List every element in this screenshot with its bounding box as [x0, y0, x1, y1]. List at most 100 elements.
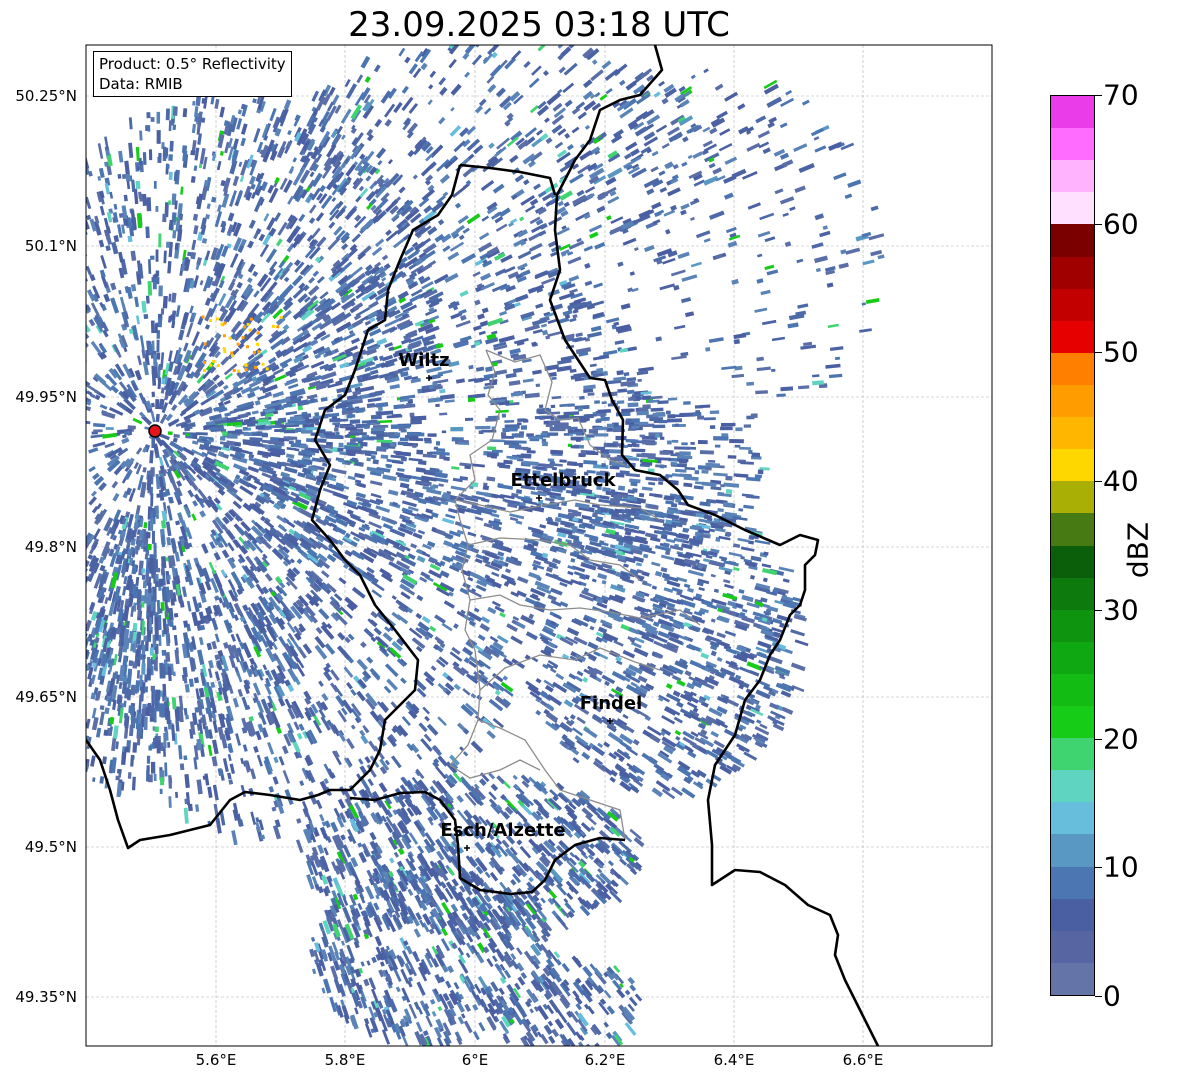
echo-cell	[540, 897, 546, 904]
echo-cell	[319, 432, 325, 437]
echo-cell	[707, 459, 716, 463]
echo-cell	[481, 497, 490, 503]
echo-cell	[379, 961, 385, 967]
echo-cell	[191, 513, 197, 521]
echo-cell	[528, 571, 541, 580]
echo-cell	[616, 370, 624, 376]
echo-cell	[735, 427, 743, 432]
echo-cell	[740, 461, 754, 465]
echo-cell	[597, 572, 608, 580]
echo-cell	[642, 441, 657, 445]
echo-cell	[516, 576, 529, 584]
echo-cell	[32, 282, 40, 290]
echo-cell	[743, 751, 758, 761]
echo-cell	[486, 730, 496, 740]
echo-cell	[514, 293, 529, 303]
echo-cell	[579, 418, 587, 423]
echo-cell	[475, 425, 491, 430]
echo-cell	[491, 493, 505, 500]
echo-cell	[631, 425, 640, 429]
echo-cell	[761, 563, 772, 568]
echo-cell	[649, 395, 663, 400]
echo-cell	[318, 608, 330, 620]
echo-cell	[570, 558, 576, 563]
echo-cell	[755, 689, 771, 700]
echo-cell	[447, 867, 455, 877]
echo-cell	[457, 441, 470, 446]
echo-cell	[605, 528, 616, 535]
echo-cell	[230, 633, 236, 642]
echo-cell	[258, 233, 266, 242]
echo-cell	[359, 729, 366, 737]
echo-cell	[36, 356, 52, 368]
echo-cell	[532, 369, 542, 375]
echo-cell	[532, 328, 543, 335]
echo-cell	[416, 753, 423, 760]
echo-cell	[456, 794, 464, 803]
echo-cell	[247, 277, 253, 284]
echo-cell	[395, 986, 401, 993]
echo-cell	[216, 204, 222, 213]
echo-cell	[474, 516, 484, 521]
echo-cell	[575, 437, 581, 442]
echo-cell	[212, 784, 219, 801]
echo-cell	[338, 577, 347, 585]
echo-cell	[320, 397, 328, 402]
echo-cell	[153, 773, 157, 782]
echo-cell	[370, 610, 379, 619]
echo-cell	[371, 246, 383, 256]
echo-cell	[349, 419, 361, 425]
echo-cell	[535, 383, 541, 388]
echo-cell	[475, 366, 485, 372]
echo-cell	[754, 474, 762, 479]
echo-cell	[143, 313, 149, 320]
echo-cell	[298, 723, 305, 732]
echo-cell	[397, 467, 405, 472]
echo-cell	[416, 555, 426, 563]
echo-cell	[227, 753, 232, 762]
echo-cell	[391, 595, 397, 600]
echo-cell	[219, 150, 224, 156]
echo-cell	[551, 376, 557, 381]
echo-cell	[515, 520, 523, 525]
echo-cell	[165, 108, 170, 121]
echo-cell	[111, 737, 117, 752]
echo-cell	[617, 388, 628, 393]
echo-cell	[710, 573, 716, 578]
echo-cell	[425, 1015, 433, 1028]
echo-cell	[501, 413, 506, 418]
echo-cell	[323, 847, 329, 856]
echo-cell	[328, 221, 336, 229]
echo-cell	[630, 481, 638, 487]
echo-cell	[410, 543, 418, 549]
echo-cell	[117, 173, 122, 179]
echo-cell	[569, 317, 577, 323]
echo-cell	[345, 737, 355, 750]
echo-cell	[652, 424, 666, 429]
echo-cell	[614, 339, 625, 345]
echo-cell	[446, 965, 455, 974]
echo-cell	[467, 856, 478, 868]
echo-cell	[667, 397, 678, 401]
echo-cell	[505, 372, 517, 379]
echo-cell	[526, 450, 536, 454]
echo-cell	[385, 463, 393, 468]
echo-cell	[337, 798, 346, 809]
echo-cell	[512, 774, 518, 781]
echo-cell	[364, 885, 375, 900]
echo-cell	[337, 539, 344, 546]
echo-cell	[418, 459, 427, 466]
echo-cell	[477, 313, 485, 320]
echo-cell	[720, 484, 725, 488]
echo-cell	[638, 529, 646, 535]
echo-cell	[449, 651, 463, 662]
echo-cell	[591, 578, 597, 583]
echo-cell	[211, 739, 219, 755]
echo-cell	[720, 426, 733, 431]
echo-cell	[184, 798, 189, 805]
echo-cell	[655, 433, 660, 438]
echo-cell	[497, 350, 503, 355]
echo-cell	[249, 175, 256, 186]
echo-cell	[158, 285, 163, 297]
echo-cell	[320, 570, 330, 578]
